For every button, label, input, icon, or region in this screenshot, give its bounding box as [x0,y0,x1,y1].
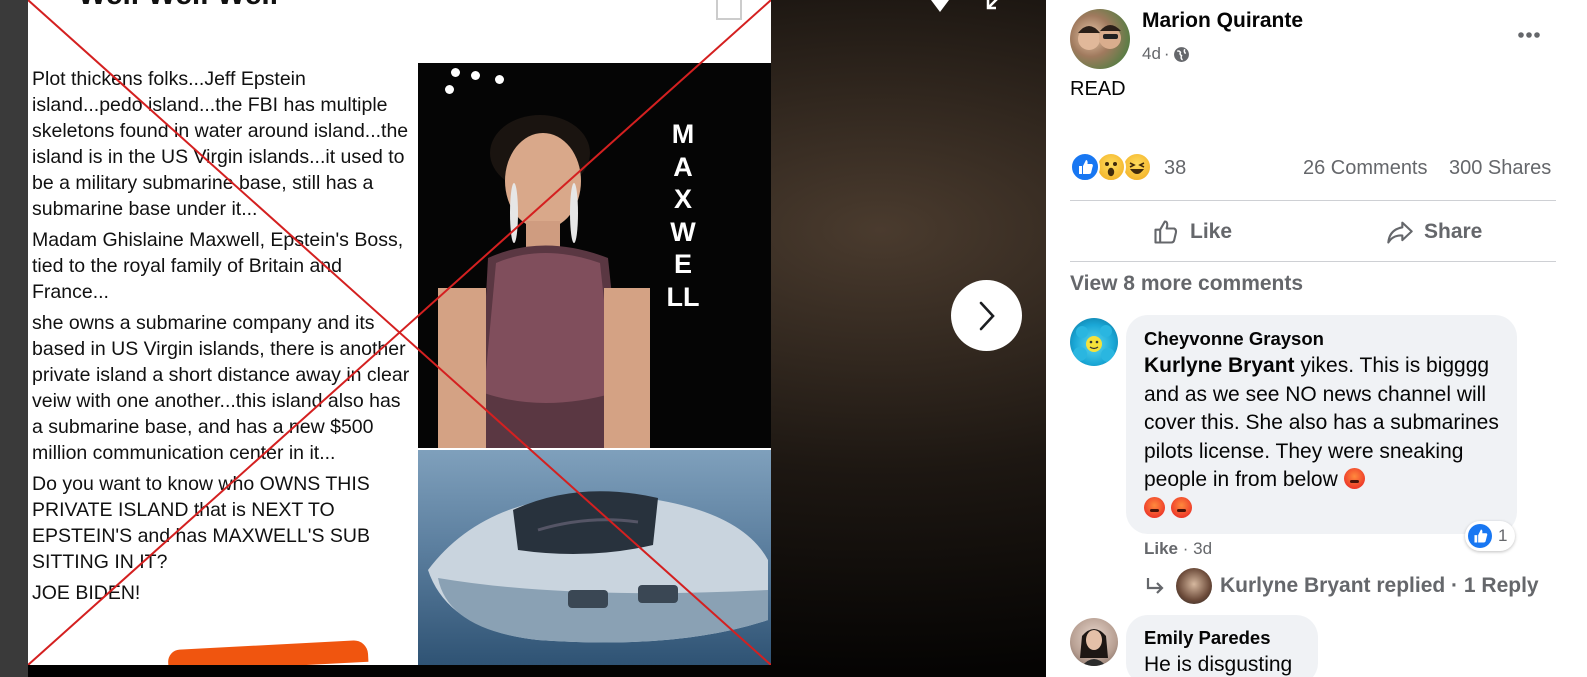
image-paragraph: Plot thickens folks...Jeff Epstein islan… [32,68,409,220]
comment-time[interactable]: · 3d [1183,539,1212,558]
replier-avatar [1176,568,1212,604]
like-icon [1468,524,1492,548]
globe-icon [1173,46,1189,62]
reaction-count[interactable]: 38 [1164,157,1186,180]
like-button[interactable]: Like [1152,213,1232,251]
comment-text: Kurlyne Bryant yikes. This is bigggg and… [1144,352,1516,523]
image-paragraph: JOE BIDEN! [32,582,141,604]
image-heading: Well Well Well [78,0,278,12]
post-meta: 4d · [1142,44,1190,64]
photo-label: MAXWELL [666,119,700,312]
share-button[interactable]: Share [1386,213,1482,251]
portrait-figure [438,115,650,448]
author-avatar[interactable] [1070,9,1130,69]
avatar-image [1080,629,1108,666]
reactions-summary: 38 26 Comments 300 Shares [1070,152,1558,186]
comment-like-link[interactable]: Like [1144,539,1178,558]
angry-emoji-icon [1144,496,1165,518]
commenter-name[interactable]: Emily Paredes [1144,627,1271,649]
angry-emoji-icon [1343,468,1365,489]
image-paragraph: Madam Ghislaine Maxwell, Epstein's Boss,… [32,229,404,303]
post-time[interactable]: 4d [1142,44,1161,64]
image-paragraph: Do you want to know who OWNS THIS PRIVAT… [32,473,370,573]
post-text: READ [1070,78,1126,100]
thumbs-up-icon [1154,220,1178,244]
portrait-photo [418,63,771,448]
chevron-right-icon [979,301,995,330]
shares-count[interactable]: 300 Shares [1449,157,1551,180]
comment-actions: Like · 3d [1144,539,1212,559]
divider [1070,261,1556,262]
reply-arrow-icon [1146,578,1164,594]
more-options-icon[interactable] [1514,22,1544,48]
commenter-name[interactable]: Cheyvonne Grayson [1144,328,1324,350]
viewer-top-icon[interactable] [922,0,958,12]
author-name[interactable]: Marion Quirante [1142,9,1303,33]
avatar-image [1073,325,1115,362]
post-image[interactable]: Well Well Well Plot thickens folks...Jef… [28,0,771,665]
post-panel: Marion Quirante 4d · READ 38 26 Comments… [1046,0,1587,677]
submarine-figure [428,491,768,643]
haha-icon[interactable] [1122,152,1152,182]
view-more-comments[interactable]: View 8 more comments [1070,272,1303,296]
image-paragraph: she owns a submarine company and its bas… [32,312,410,464]
reply-text: Kurlyne Bryant replied · 1 Reply [1220,574,1539,597]
media-viewer: Well Well Well Plot thickens folks...Jef… [0,0,1046,677]
submarine-photo [418,450,771,665]
comments-count[interactable]: 26 Comments [1303,157,1428,180]
share-label: Share [1424,220,1483,243]
mention-link[interactable]: Kurlyne Bryant [1144,354,1295,377]
angry-emoji-icon [1170,496,1192,518]
view-replies[interactable]: Kurlyne Bryant replied · 1 Reply [1144,566,1539,606]
image-corner-box [716,0,742,20]
share-icon [1387,221,1413,244]
comment-reaction-badge[interactable]: 1 [1465,521,1516,551]
expand-icon[interactable] [985,0,1003,12]
divider [1070,200,1556,201]
commenter-avatar[interactable] [1070,618,1118,666]
comment-text: He is disgusting [1144,653,1293,676]
comment-like-count: 1 [1498,526,1508,545]
viewer-edge [0,0,28,677]
like-icon[interactable] [1070,152,1100,182]
next-photo-button[interactable] [951,280,1022,351]
meta-separator: · [1163,44,1170,63]
highlight-mark [167,639,369,665]
image-text-block: Plot thickens folks...Jeff Epstein islan… [32,66,414,611]
wow-icon[interactable] [1096,152,1126,182]
like-label: Like [1190,220,1233,243]
commenter-avatar[interactable] [1070,318,1118,366]
avatar-image [1078,25,1121,50]
